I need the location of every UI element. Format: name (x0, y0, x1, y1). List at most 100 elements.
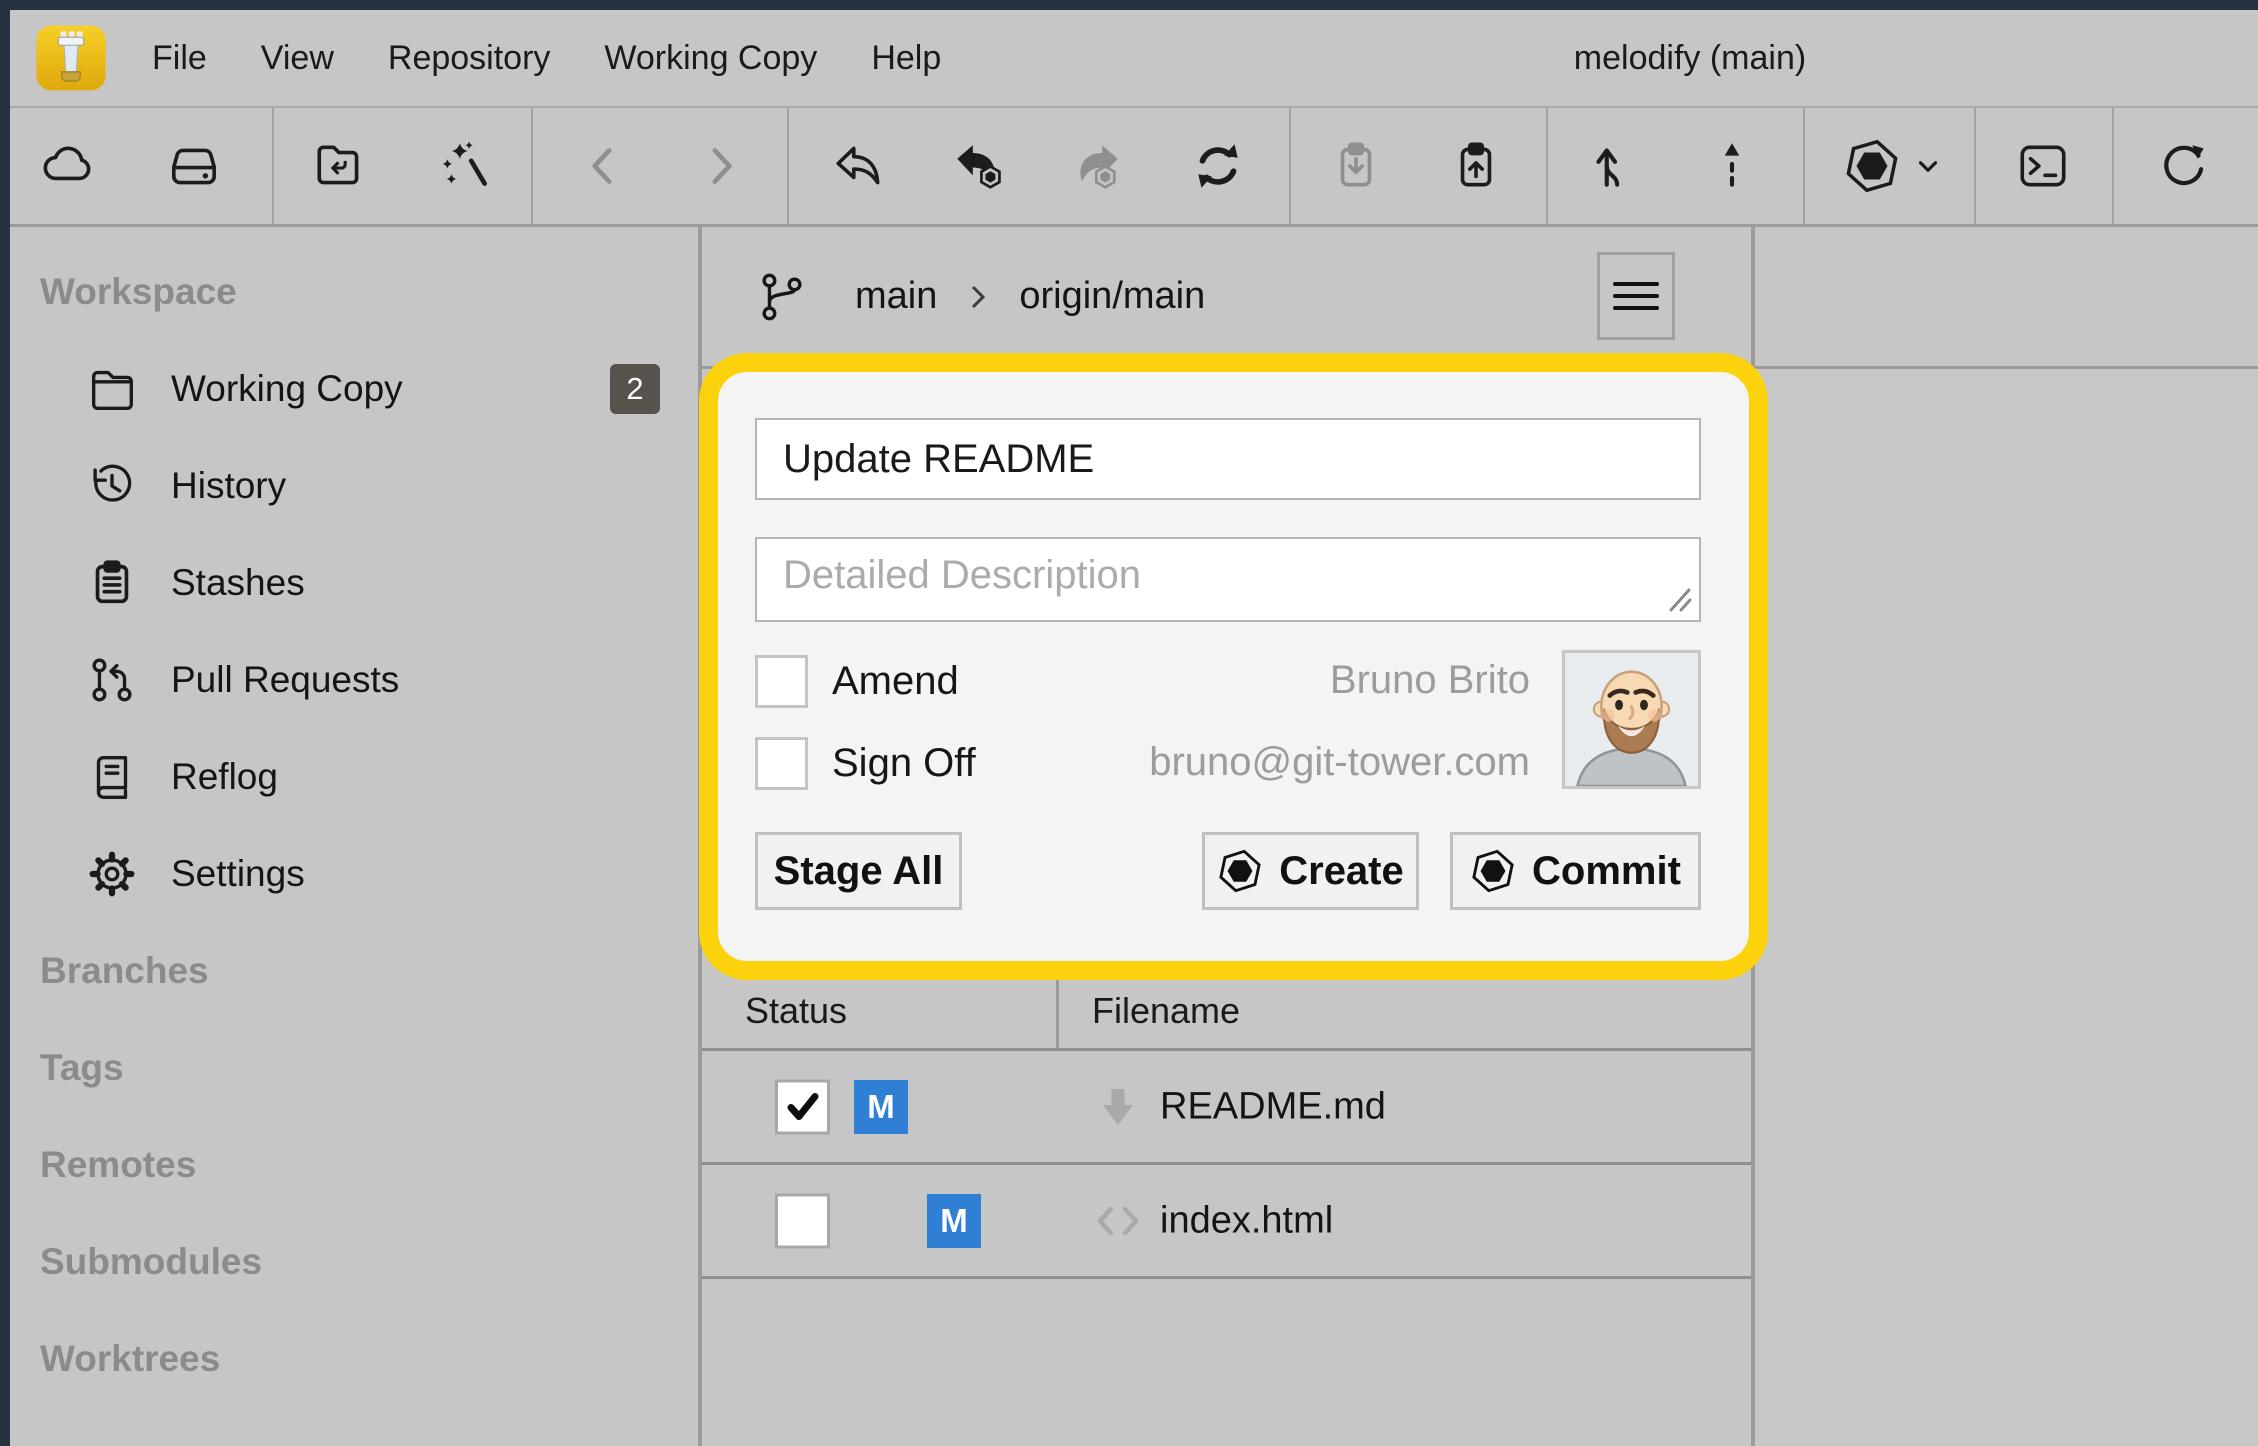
menu-help[interactable]: Help (871, 39, 941, 78)
toolbar-separator (2112, 108, 2114, 224)
create-button[interactable]: Create (1202, 832, 1419, 910)
menu-bar: File View Repository Working Copy Help m… (10, 10, 2258, 108)
commit-description-textarea[interactable] (755, 537, 1701, 622)
stash-icon (85, 556, 139, 610)
sidebar-item-reflog[interactable]: Reflog (10, 728, 698, 825)
file-name: index.html (1160, 1199, 1333, 1242)
terminal-icon[interactable] (2005, 128, 2081, 204)
quick-actions-icon[interactable] (428, 128, 504, 204)
drive-icon[interactable] (156, 128, 232, 204)
gear-icon (85, 847, 139, 901)
sidebar-section-submodules[interactable]: Submodules (10, 1213, 698, 1310)
refresh-icon[interactable] (2145, 128, 2221, 204)
window-frame-left (0, 0, 10, 1446)
column-header-filename[interactable]: Filename (1092, 990, 1240, 1032)
sidebar: Workspace Working Copy 2 History Stashes… (10, 227, 698, 1446)
amend-label: Amend (832, 659, 959, 704)
working-copy-header: main origin/main (702, 227, 2258, 369)
signoff-row: Sign Off (755, 737, 976, 790)
sidebar-section-branches[interactable]: Branches (10, 922, 698, 1019)
toolbar-separator (1289, 108, 1291, 224)
menu-file[interactable]: File (152, 39, 207, 78)
file-list-header: Status Filename (702, 973, 1751, 1051)
commit-subject-input[interactable] (755, 418, 1701, 500)
sidebar-item-history[interactable]: History (10, 437, 698, 534)
amend-checkbox[interactable] (755, 655, 808, 708)
author-email: bruno@git-tower.com (1149, 740, 1530, 785)
sidebar-item-label: Stashes (171, 562, 305, 604)
cloud-icon[interactable] (30, 128, 106, 204)
folder-icon (85, 362, 139, 416)
sync-icon[interactable] (1180, 128, 1256, 204)
toolbar-separator (1546, 108, 1548, 224)
stash-apply-icon[interactable] (1318, 128, 1394, 204)
signoff-checkbox[interactable] (755, 737, 808, 790)
menu-working-copy[interactable]: Working Copy (604, 39, 817, 78)
create-label: Create (1279, 849, 1404, 894)
checkmark-icon (783, 1087, 823, 1127)
sidebar-item-label: Reflog (171, 756, 278, 798)
sidebar-item-label: History (171, 465, 286, 507)
working-copy-file-list: Status Filename M README.md M index.html (702, 973, 1751, 1279)
open-repository-icon[interactable] (302, 128, 378, 204)
window-frame-top (0, 0, 2258, 10)
sidebar-item-stashes[interactable]: Stashes (10, 534, 698, 631)
toolbar-separator (787, 108, 789, 224)
chevron-right-icon (967, 280, 989, 314)
status-badge-modified: M (927, 1194, 981, 1248)
tower-app-icon[interactable] (34, 17, 108, 99)
back-icon[interactable] (566, 128, 642, 204)
merge-icon[interactable] (1576, 128, 1652, 204)
commit-dropdown-chevron-icon[interactable] (1906, 128, 1950, 204)
sidebar-item-label: Settings (171, 853, 305, 895)
stash-save-icon[interactable] (1438, 128, 1514, 204)
hamburger-menu-icon (1613, 278, 1659, 314)
toolbar-separator (1803, 108, 1805, 224)
code-file-icon (1090, 1193, 1146, 1249)
toolbar-separator (1974, 108, 1976, 224)
git-branch-icon (755, 270, 809, 324)
column-header-status[interactable]: Status (745, 990, 847, 1032)
sidebar-item-pull-requests[interactable]: Pull Requests (10, 631, 698, 728)
stage-all-label: Stage All (774, 849, 944, 894)
author-avatar (1562, 650, 1701, 789)
sidebar-item-settings[interactable]: Settings (10, 825, 698, 922)
undo-commit-icon[interactable] (940, 128, 1016, 204)
signoff-label: Sign Off (832, 741, 976, 786)
toolbar (10, 108, 2258, 227)
sidebar-item-working-copy[interactable]: Working Copy 2 (10, 340, 698, 437)
status-badge-modified: M (854, 1080, 908, 1134)
branch-bar: main origin/main (755, 227, 1205, 366)
file-name: README.md (1160, 1085, 1386, 1128)
menu-view[interactable]: View (261, 39, 334, 78)
commit-area-highlight-ring: Amend Bruno Brito Sign Off bruno@git-tow… (699, 353, 1768, 980)
discard-icon[interactable] (822, 128, 898, 204)
sidebar-section-remotes[interactable]: Remotes (10, 1116, 698, 1213)
commit-icon[interactable] (1834, 128, 1910, 204)
redo-commit-icon[interactable] (1059, 128, 1135, 204)
detail-pane (1755, 369, 2258, 1446)
commit-button[interactable]: Commit (1450, 832, 1701, 910)
file-row-readme[interactable]: M README.md (702, 1051, 1751, 1165)
window-title: melodify (main) (1574, 10, 1806, 106)
stage-checkbox-unchecked[interactable] (775, 1193, 830, 1248)
markdown-update-icon (1090, 1079, 1146, 1135)
sidebar-section-worktrees[interactable]: Worktrees (10, 1310, 698, 1407)
toolbar-separator (531, 108, 533, 224)
sidebar-item-label: Working Copy (171, 368, 403, 410)
sidebar-section-tags[interactable]: Tags (10, 1019, 698, 1116)
commit-hexagon-icon (1470, 848, 1516, 894)
current-branch-label: main (855, 275, 937, 318)
view-options-button[interactable] (1597, 252, 1675, 340)
menu-repository[interactable]: Repository (388, 39, 551, 78)
stage-checkbox-checked[interactable] (775, 1079, 830, 1134)
file-row-index[interactable]: M index.html (702, 1165, 1751, 1279)
column-divider[interactable] (1056, 973, 1059, 1048)
forward-icon[interactable] (682, 128, 758, 204)
commit-area: Amend Bruno Brito Sign Off bruno@git-tow… (718, 372, 1749, 961)
sidebar-section-workspace[interactable]: Workspace (10, 243, 698, 340)
rebase-icon[interactable] (1694, 128, 1770, 204)
tracking-branch-label: origin/main (1019, 275, 1205, 318)
stage-all-button[interactable]: Stage All (755, 832, 962, 910)
tower-window: File View Repository Working Copy Help m… (0, 0, 2258, 1446)
